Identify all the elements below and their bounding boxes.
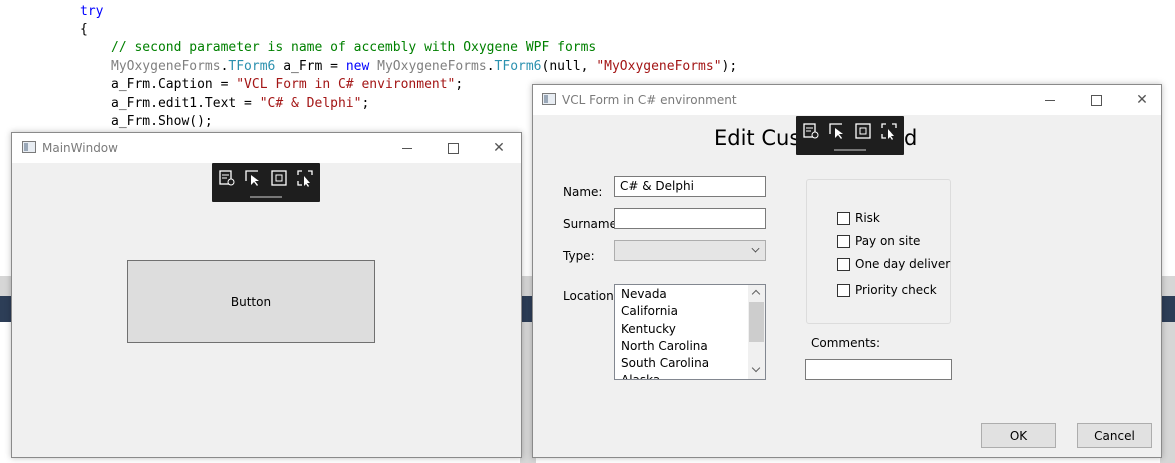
code-comment: // second parameter is name of accembly … [111,40,597,55]
ok-button[interactable]: OK [981,423,1056,448]
minimize-button[interactable] [1027,85,1073,115]
wpf-debug-toolbar[interactable] [796,116,904,155]
pay-on-site-checkbox-label[interactable]: Pay on site [855,234,920,248]
scroll-down-icon[interactable] [751,363,761,373]
main-window[interactable]: MainWindow ✕ Button [11,132,522,458]
list-item[interactable]: Alaska [621,372,660,379]
scroll-thumb[interactable] [749,302,764,342]
comments-field[interactable] [805,359,952,380]
code-line-comment: // second parameter is name of accembly … [111,39,596,57]
location-listbox[interactable]: Nevada California Kentucky North Carolin… [614,284,766,380]
form-heading-tail: d [904,126,918,150]
type-label: Type: [563,249,595,263]
open-brace: { [80,22,88,37]
code-line-text: a_Frm.edit1.Text = "C# & Delphi"; [111,96,370,111]
wpf-button[interactable]: Button [127,260,375,343]
surname-field[interactable] [614,208,766,229]
maximize-button[interactable] [430,133,476,163]
type-combobox[interactable] [614,240,766,261]
live-visual-tree-icon[interactable] [218,169,236,187]
code-line-caption: a_Frm.Caption = "VCL Form in C# environm… [111,77,464,92]
minimize-button[interactable] [384,133,430,163]
track-focus-icon[interactable] [296,169,314,187]
location-scrollbar[interactable] [748,285,765,379]
wpf-debug-toolbar[interactable] [212,163,320,202]
list-item[interactable]: California [621,303,678,320]
scroll-up-icon[interactable] [751,289,761,299]
keyword-try: try [80,4,104,19]
code-line-declaration: MyOxygeneForms.TForm6 a_Frm = new MyOxyg… [111,59,738,74]
one-day-deliver-checkbox[interactable] [837,258,850,271]
vcl-form-titlebar[interactable]: VCL Form in C# environment ✕ [533,85,1161,115]
name-label: Name: [563,185,603,199]
display-layout-adorners-icon[interactable] [270,169,288,187]
ide-panel-header-right [1160,296,1175,322]
cancel-button[interactable]: Cancel [1077,423,1152,448]
select-element-icon[interactable] [244,169,262,187]
risk-checkbox[interactable] [837,212,850,225]
toolbar-grip[interactable] [834,149,866,151]
comments-label: Comments: [811,336,881,350]
app-window-icon [22,141,36,153]
location-label: Location: [563,289,618,303]
chevron-down-icon [751,244,760,253]
code-line-show: a_Frm.Show(); [111,114,213,129]
list-item[interactable]: Kentucky [621,321,676,338]
one-day-deliver-checkbox-label[interactable]: One day deliver [855,257,950,271]
code-line-brace: { [80,21,88,39]
code-line-try: try [80,3,103,21]
vcl-form-window[interactable]: VCL Form in C# environment ✕ Edit Cust d [532,84,1162,458]
main-window-title: MainWindow [42,141,118,155]
live-visual-tree-icon[interactable] [802,122,820,140]
close-button[interactable]: ✕ [1119,85,1165,115]
surname-label: Surname: [563,217,622,231]
select-element-icon[interactable] [828,122,846,140]
form-heading: Edit Cust [714,126,809,150]
priority-check-checkbox[interactable] [837,284,850,297]
name-field[interactable]: C# & Delphi [614,176,766,197]
priority-check-checkbox-label[interactable]: Priority check [855,283,937,297]
list-item[interactable]: South Carolina [621,355,709,372]
close-button[interactable]: ✕ [476,133,522,163]
options-groupbox [806,179,951,324]
display-layout-adorners-icon[interactable] [854,122,872,140]
list-item[interactable]: North Carolina [621,338,708,355]
toolbar-grip[interactable] [250,196,282,198]
vcl-form-title: VCL Form in C# environment [562,93,737,107]
maximize-button[interactable] [1073,85,1119,115]
pay-on-site-checkbox[interactable] [837,235,850,248]
risk-checkbox-label[interactable]: Risk [855,211,880,225]
track-focus-icon[interactable] [880,122,898,140]
main-window-titlebar[interactable]: MainWindow ✕ [12,133,521,163]
app-window-icon [542,93,556,105]
list-item[interactable]: Nevada [621,286,667,303]
